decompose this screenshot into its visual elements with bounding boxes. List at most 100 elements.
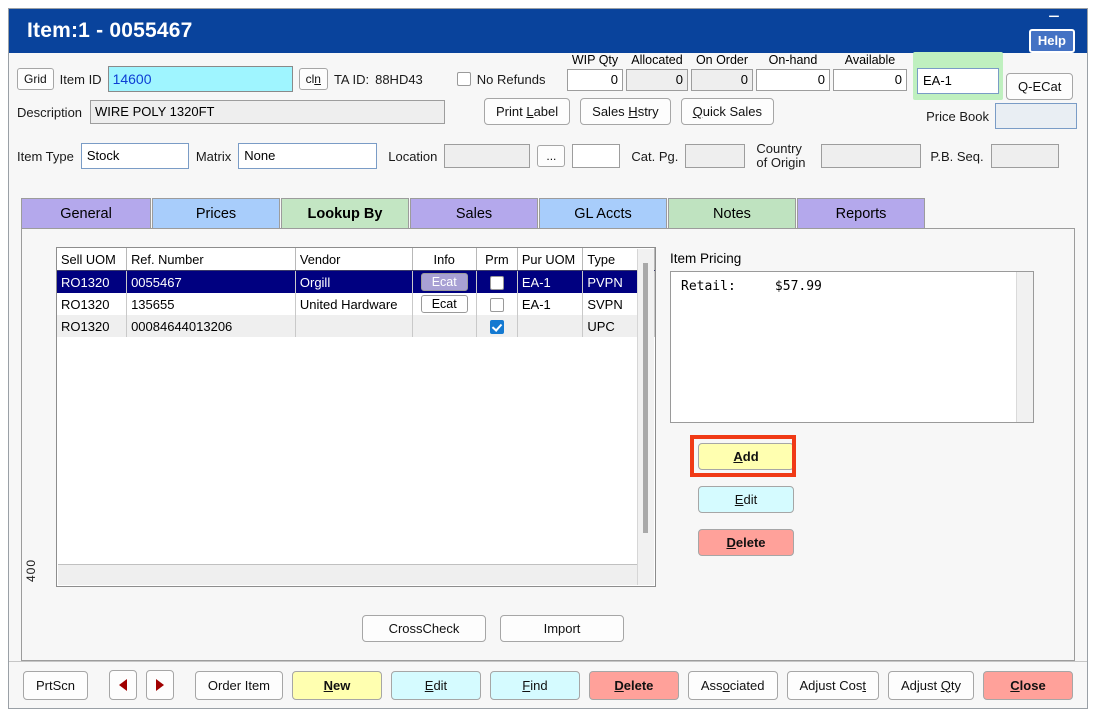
adjust-qty-button[interactable]: Adjust Qty [888, 670, 974, 700]
print-label-button[interactable]: Print Label [484, 98, 571, 125]
lookup-grid[interactable]: Sell UOM Ref. Number Vendor Info Prm Pur… [56, 247, 656, 587]
price-book-group: Price Book [926, 103, 1077, 129]
adjust-cost-button[interactable]: Adjust Cost [786, 670, 879, 700]
cat-pg-input[interactable] [685, 144, 746, 168]
tab-prices[interactable]: Prices [152, 198, 280, 228]
cell-info: Ecat [412, 270, 477, 293]
item-pricing-label: Item Pricing [670, 251, 742, 266]
edit-button[interactable]: Edit [390, 670, 481, 700]
tab-reports[interactable]: Reports [797, 198, 925, 228]
pricing-action-buttons: Add Edit Delete [698, 443, 794, 572]
location-extra-input[interactable] [572, 144, 621, 168]
qty-label: On-hand [768, 53, 818, 67]
pricing-scrollbar[interactable] [1016, 272, 1033, 422]
location-browse-button[interactable]: ... [537, 145, 566, 167]
tab-gl-accts[interactable]: GL Accts [539, 198, 667, 228]
item-id-input[interactable]: 14600 [107, 66, 293, 92]
qty-label: WIP Qty [571, 53, 619, 67]
tab-sales[interactable]: Sales [410, 198, 538, 228]
help-button[interactable]: Help [1028, 29, 1075, 53]
qty-cell-on-hand: On-hand 0 [756, 53, 830, 100]
wip-qty-input[interactable]: 0 [567, 69, 623, 91]
table-row[interactable]: RO1320 0055467 Orgill Ecat EA-1 PVPN [57, 270, 655, 293]
tab-general[interactable]: General [21, 198, 151, 228]
previous-record-button[interactable] [109, 670, 137, 700]
close-button[interactable]: Close [983, 670, 1073, 700]
qty-label: Allocated [631, 53, 683, 67]
table-header-row: Sell UOM Ref. Number Vendor Info Prm Pur… [57, 248, 655, 271]
tab-notes[interactable]: Notes [668, 198, 796, 228]
sales-history-button[interactable]: Sales Hstry [580, 98, 671, 125]
grid-vertical-scrollbar[interactable] [637, 249, 654, 585]
cell-ref-number: 0055467 [126, 270, 296, 293]
crosscheck-button[interactable]: CrossCheck [362, 615, 486, 642]
quick-sales-button[interactable]: Quick Sales [680, 98, 775, 125]
matrix-label: Matrix [195, 148, 232, 164]
col-sell-uom: Sell UOM [57, 248, 128, 271]
new-button[interactable]: New [292, 670, 382, 700]
country-of-origin-input[interactable] [821, 144, 922, 168]
associated-button[interactable]: Associated [687, 670, 778, 700]
item-maintenance-window: Item:1 - 0055467 − Help Grid Item ID 146… [8, 7, 1088, 709]
location-input[interactable] [444, 144, 531, 168]
cell-pur-uom [517, 315, 584, 337]
item-type-select[interactable]: Stock [80, 143, 189, 169]
prm-checkbox[interactable] [489, 319, 504, 334]
minimize-icon[interactable]: − [1043, 7, 1065, 31]
prtscn-button[interactable]: PrtScn [23, 670, 89, 700]
panel-side-label: 400 [24, 559, 38, 583]
description-input[interactable]: WIRE POLY 1320FT [90, 100, 446, 124]
uom-highlight-wrapper: EA-1 [913, 52, 1003, 100]
qty-cell-wip: WIP Qty 0 [567, 53, 623, 100]
ecat-button[interactable]: Ecat [420, 273, 468, 291]
pb-seq-label: P.B. Seq. [930, 148, 984, 164]
pb-seq-input[interactable] [990, 144, 1059, 168]
cell-pur-uom: EA-1 [517, 270, 584, 293]
delete-pricing-button[interactable]: Delete [698, 529, 794, 556]
tab-lookup-by[interactable]: Lookup By [281, 198, 409, 228]
country-of-origin-label: Country of Origin [756, 141, 806, 170]
add-button[interactable]: Add [698, 443, 794, 470]
q-ecat-button[interactable]: Q-ECat [1006, 73, 1074, 100]
cell-info [412, 315, 477, 337]
description-row: Description WIRE POLY 1320FT [17, 100, 446, 124]
price-book-label: Price Book [926, 108, 989, 124]
uom-select[interactable]: EA-1 [917, 68, 999, 94]
cln-button[interactable]: cln [298, 68, 328, 90]
prm-checkbox[interactable] [489, 297, 504, 312]
col-info: Info [412, 248, 477, 271]
title-bar: Item:1 - 0055467 − Help [9, 7, 1087, 53]
qty-cell-on-order: On Order 0 [691, 53, 753, 100]
edit-pricing-button[interactable]: Edit [698, 486, 794, 513]
cell-pur-uom: EA-1 [517, 293, 584, 315]
on-hand-input[interactable]: 0 [756, 69, 830, 91]
item-id-label: Item ID [59, 71, 102, 87]
on-order-input: 0 [691, 69, 753, 91]
ta-id-value: 88HD43 [375, 71, 423, 87]
qty-label: Available [844, 53, 896, 67]
cell-sell-uom: RO1320 [57, 315, 128, 337]
table-row[interactable]: RO1320 135655 United Hardware Ecat EA-1 … [57, 293, 655, 315]
find-button[interactable]: Find [489, 670, 580, 700]
qty-label: On Order [695, 53, 749, 67]
no-refunds-checkbox[interactable] [456, 72, 471, 86]
available-input[interactable]: 0 [833, 69, 907, 91]
grid-button[interactable]: Grid [17, 68, 54, 90]
delete-button[interactable]: Delete [588, 670, 679, 700]
lookup-by-panel: 400 Sell UOM Ref. Number Vendor Info Prm… [21, 228, 1075, 661]
col-prm: Prm [476, 248, 518, 271]
table-row[interactable]: RO1320 00084644013206 UPC [57, 315, 655, 337]
import-button[interactable]: Import [500, 615, 624, 642]
next-record-button[interactable] [145, 670, 174, 700]
allocated-input: 0 [626, 69, 688, 91]
col-ref-number: Ref. Number [126, 248, 296, 271]
ecat-button[interactable]: Ecat [420, 295, 468, 313]
scrollbar-thumb[interactable] [643, 263, 648, 533]
order-item-button[interactable]: Order Item [194, 670, 284, 700]
price-book-select[interactable] [995, 103, 1077, 129]
cell-info: Ecat [412, 293, 477, 315]
prm-checkbox[interactable] [489, 275, 504, 290]
matrix-select[interactable]: None [238, 143, 378, 169]
grid-footer [58, 564, 638, 585]
lookup-table: Sell UOM Ref. Number Vendor Info Prm Pur… [57, 248, 655, 337]
